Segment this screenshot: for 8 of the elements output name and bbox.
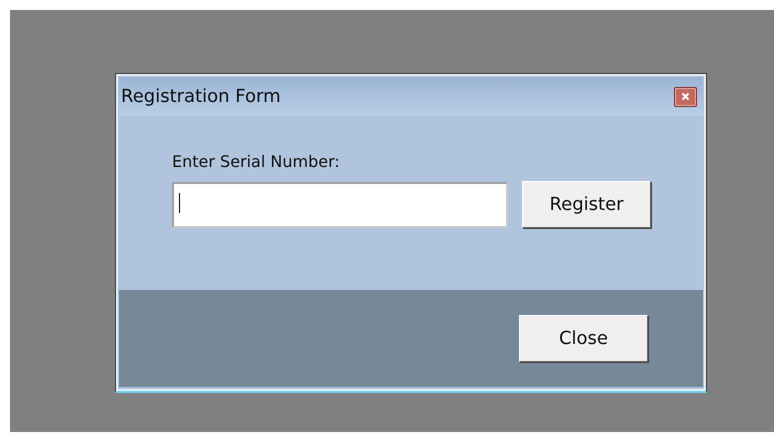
register-button[interactable]: Register: [522, 181, 651, 228]
window-title: Registration Form: [121, 86, 281, 107]
serial-input-field[interactable]: [172, 182, 508, 228]
close-button[interactable]: Close: [519, 315, 648, 362]
field-label: Enter Serial Number:: [172, 152, 341, 171]
close-button[interactable]: [674, 86, 697, 106]
close-icon: [679, 91, 692, 102]
text-cursor: [179, 192, 180, 212]
